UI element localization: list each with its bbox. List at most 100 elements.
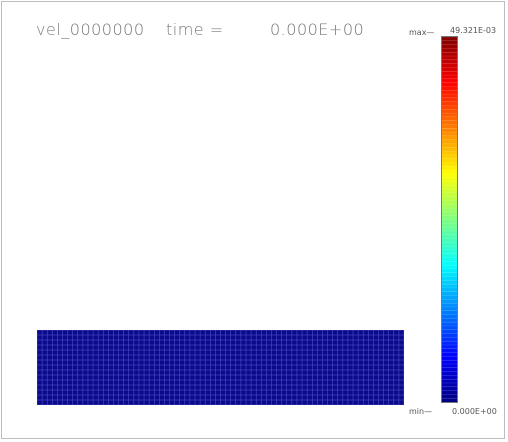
colorbar-band [442, 189, 457, 193]
colorbar-band [442, 208, 457, 212]
colorbar-band [442, 367, 457, 372]
colorbar-band [442, 371, 457, 376]
colorbar-band [442, 37, 457, 41]
colorbar-band [442, 242, 457, 247]
colorbar-band [442, 280, 457, 285]
colorbar-band [442, 200, 457, 205]
colorbar-band [442, 344, 457, 349]
colorbar-band [442, 120, 457, 125]
colorbar-band [442, 386, 457, 391]
colorbar-band [442, 75, 457, 79]
colorbar-band [442, 105, 457, 110]
colorbar-band [442, 287, 457, 292]
colorbar-band [442, 306, 457, 311]
colorbar-band [442, 325, 457, 330]
colorbar-band [442, 116, 457, 121]
colorbar-band [442, 219, 457, 224]
colorbar-band [442, 238, 457, 243]
colorbar-band [442, 348, 457, 353]
colorbar-band [442, 139, 457, 144]
colorbar-band [442, 154, 457, 159]
colorbar-band [442, 166, 457, 171]
colorbar-band [442, 234, 457, 239]
colorbar-band [442, 314, 457, 319]
colorbar [441, 36, 458, 403]
colorbar-band [442, 48, 457, 53]
colorbar-band [442, 310, 457, 315]
colorbar-band [442, 151, 457, 155]
colorbar-band [442, 249, 457, 254]
colorbar-band [442, 63, 457, 68]
colorbar-min-value: 0.000E+00 [452, 407, 497, 416]
colorbar-band [442, 109, 457, 114]
colorbar-band [442, 223, 457, 228]
colorbar-band [442, 90, 457, 95]
colorbar-band [442, 185, 457, 190]
colorbar-band [442, 173, 457, 178]
colorbar-band [442, 162, 457, 167]
colorbar-band [442, 299, 457, 304]
colorbar-band [442, 284, 457, 288]
colorbar-band [442, 44, 457, 49]
colorbar-band [442, 329, 457, 334]
colorbar-band [442, 253, 457, 258]
colorbar-band [442, 135, 457, 140]
colorbar-band [442, 227, 457, 231]
colorbar-band [442, 181, 457, 186]
time-label: time = [166, 20, 224, 39]
colorbar-band [442, 257, 457, 262]
colorbar-band [442, 196, 457, 201]
colorbar-band [442, 272, 457, 277]
colorbar-band [442, 246, 457, 250]
colorbar-min-label: min— [409, 407, 433, 416]
colorbar-max-value: 49.321E-03 [450, 26, 497, 35]
colorbar-band [442, 265, 457, 269]
colorbar-band [442, 56, 457, 60]
colorbar-band [442, 341, 457, 346]
colorbar-band [442, 170, 457, 174]
colorbar-band [442, 67, 457, 72]
colorbar-band [442, 94, 457, 98]
colorbar-band [442, 132, 457, 136]
colorbar-band [442, 230, 457, 235]
colorbar-band [442, 352, 457, 357]
colorbar-band [442, 261, 457, 266]
colorbar-band [442, 291, 457, 296]
colorbar-band [442, 322, 457, 327]
colorbar-band [442, 333, 457, 338]
colorbar-band [442, 398, 457, 402]
colorbar-band [442, 86, 457, 91]
colorbar-band [442, 303, 457, 307]
colorbar-band [442, 177, 457, 182]
colorbar-band [442, 295, 457, 300]
colorbar-band [442, 379, 457, 384]
colorbar-band [442, 78, 457, 83]
colorbar-band [442, 128, 457, 133]
colorbar-band [442, 211, 457, 216]
colorbar-band [442, 143, 457, 148]
variable-name: vel_0000000 [36, 20, 145, 39]
colorbar-band [442, 375, 457, 380]
colorbar-band [442, 318, 457, 323]
colorbar-band [442, 394, 457, 399]
colorbar-band [442, 101, 457, 106]
colorbar-band [442, 59, 457, 64]
colorbar-band [442, 204, 457, 209]
colorbar-band [442, 113, 457, 117]
colorbar-band [442, 124, 457, 129]
colorbar-band [442, 40, 457, 45]
colorbar-band [442, 390, 457, 395]
colorbar-band [442, 356, 457, 361]
colorbar-max-label: max— [409, 28, 435, 37]
colorbar-band [442, 215, 457, 220]
colorbar-band [442, 147, 457, 152]
colorbar-band [442, 158, 457, 163]
colorbar-band [442, 82, 457, 87]
colorbar-band [442, 382, 457, 387]
colorbar-band [442, 337, 457, 342]
colorbar-band [442, 52, 457, 57]
colorbar-band [442, 360, 457, 365]
colorbar-band [442, 268, 457, 273]
colorbar-band [442, 71, 457, 76]
velocity-mesh [37, 330, 404, 405]
